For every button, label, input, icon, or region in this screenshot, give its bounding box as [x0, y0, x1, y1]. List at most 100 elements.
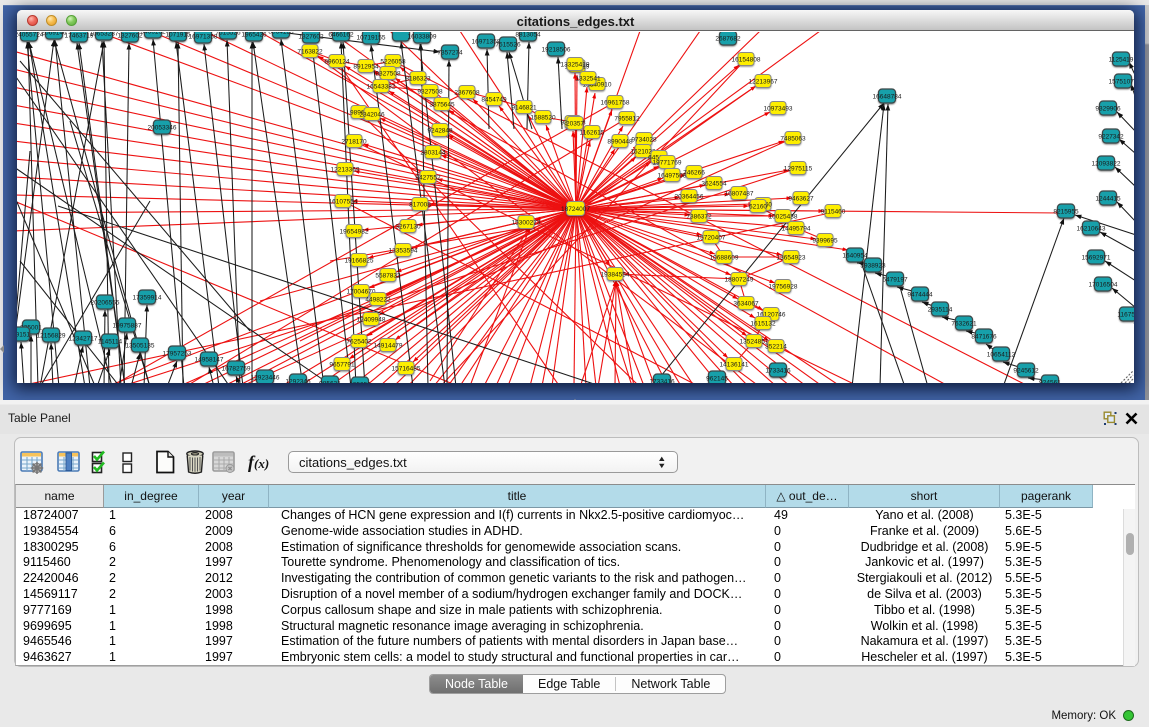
- svg-text:19975887: 19975887: [113, 323, 142, 330]
- svg-text:3624554: 3624554: [701, 181, 727, 188]
- svg-text:18807249: 18807249: [725, 277, 754, 284]
- svg-text:7485063: 7485063: [780, 136, 806, 143]
- svg-text:15300273: 15300273: [512, 220, 541, 227]
- svg-text:8064125: 8064125: [268, 32, 294, 36]
- svg-text:2342046: 2342046: [359, 112, 385, 119]
- svg-text:7357274: 7357274: [437, 50, 463, 57]
- svg-text:16154808: 16154808: [732, 57, 761, 64]
- svg-text:8471676: 8471676: [971, 334, 997, 341]
- svg-text:6479197: 6479197: [882, 277, 908, 284]
- svg-text:3267130: 3267130: [395, 224, 421, 231]
- svg-text:9734028: 9734028: [631, 137, 657, 144]
- svg-text:16107554: 16107554: [329, 199, 358, 206]
- svg-text:19654982: 19654982: [340, 229, 369, 236]
- svg-text:39151: 39151: [17, 332, 30, 339]
- svg-text:1327602: 1327602: [298, 34, 324, 41]
- svg-text:116753: 116753: [1117, 312, 1134, 319]
- svg-text:135051: 135051: [349, 382, 371, 383]
- svg-text:16543382: 16543382: [367, 84, 396, 91]
- svg-text:4498222: 4498222: [365, 297, 391, 304]
- svg-text:20364456: 20364456: [675, 194, 704, 201]
- svg-text:817008: 817008: [409, 202, 431, 209]
- svg-text:352214: 352214: [765, 344, 787, 351]
- svg-text:16782759: 16782759: [222, 366, 251, 373]
- svg-text:20206555: 20206555: [91, 300, 120, 307]
- svg-text:19166825: 19166825: [345, 258, 374, 265]
- svg-text:13505135: 13505135: [126, 343, 155, 350]
- svg-text:9474444: 9474444: [907, 292, 933, 299]
- svg-text:15692971: 15692971: [1082, 255, 1111, 262]
- svg-text:1292346: 1292346: [285, 379, 311, 383]
- svg-text:12342717: 12342717: [69, 336, 98, 343]
- svg-text:19218506: 19218506: [542, 47, 571, 54]
- svg-text:1733416: 1733416: [765, 368, 791, 375]
- svg-text:62160: 62160: [749, 204, 767, 211]
- svg-text:5226058: 5226058: [380, 59, 406, 66]
- svg-text:12213967: 12213967: [749, 79, 778, 86]
- svg-text:9146821: 9146821: [511, 105, 537, 112]
- svg-text:2803144: 2803144: [420, 150, 446, 157]
- svg-text:15716485: 15716485: [392, 366, 421, 373]
- svg-text:1244415: 1244415: [1095, 196, 1121, 203]
- svg-text:962145: 962145: [706, 376, 728, 383]
- svg-text:12409948: 12409948: [357, 317, 386, 324]
- svg-text:9657791: 9657791: [329, 362, 355, 369]
- svg-text:6466162: 6466162: [140, 32, 166, 36]
- svg-text:15720407: 15720407: [697, 235, 726, 242]
- svg-text:2935114: 2935114: [928, 307, 953, 314]
- svg-text:1071915: 1071915: [165, 32, 191, 39]
- svg-text:8912954: 8912954: [353, 64, 379, 71]
- svg-text:16497508: 16497508: [658, 173, 687, 180]
- svg-text:9327508: 9327508: [375, 71, 401, 78]
- svg-text:13654923: 13654923: [777, 255, 806, 262]
- svg-text:16210643: 16210643: [1077, 226, 1106, 233]
- svg-text:10025438: 10025438: [769, 214, 798, 221]
- svg-text:5938923: 5938923: [860, 263, 886, 270]
- svg-text:14136141: 14136141: [720, 362, 749, 369]
- svg-text:6466162: 6466162: [328, 32, 354, 39]
- svg-text:1145114: 1145114: [98, 339, 123, 346]
- svg-text:10688609: 10688609: [710, 255, 739, 262]
- svg-text:12975115: 12975115: [784, 166, 813, 173]
- svg-text:8990448: 8990448: [607, 139, 633, 146]
- svg-text:20053346: 20053346: [148, 125, 177, 132]
- svg-text:19384554: 19384554: [601, 272, 630, 279]
- svg-text:15751074: 15751074: [1109, 79, 1134, 86]
- svg-text:16033809: 16033809: [408, 34, 437, 41]
- svg-text:1965426: 1965426: [241, 32, 267, 39]
- svg-text:2718170: 2718170: [341, 139, 367, 146]
- svg-text:17016504: 17016504: [1089, 282, 1118, 289]
- svg-text:12156829: 12156829: [37, 333, 66, 340]
- svg-text:5587832: 5587832: [375, 273, 401, 280]
- svg-text:985631: 985631: [319, 381, 341, 383]
- svg-text:9245612: 9245612: [1013, 368, 1039, 375]
- svg-text:7632621: 7632621: [951, 321, 977, 328]
- svg-text:8215955: 8215955: [1053, 209, 1079, 216]
- svg-text:1615132: 1615132: [750, 321, 776, 328]
- svg-text:2367608: 2367608: [454, 90, 480, 97]
- svg-text:18724007: 18724007: [561, 206, 590, 213]
- svg-text:8813054: 8813054: [515, 32, 541, 39]
- svg-text:1640954: 1640954: [842, 253, 868, 260]
- svg-text:12093822: 12093822: [1092, 161, 1121, 168]
- svg-text:12923446: 12923446: [251, 375, 280, 382]
- svg-text:10653287: 10653287: [90, 32, 119, 38]
- svg-text:7163822: 7163822: [297, 49, 323, 56]
- svg-text:924561: 924561: [1039, 380, 1061, 383]
- svg-text:14914479: 14914479: [374, 343, 403, 350]
- svg-text:9115460: 9115460: [821, 209, 846, 216]
- svg-text:12213369: 12213369: [331, 167, 360, 174]
- svg-text:8427552: 8427552: [415, 175, 441, 182]
- svg-text:1162615: 1162615: [580, 130, 605, 137]
- svg-text:9227342: 9227342: [1098, 134, 1124, 141]
- svg-text:8960124: 8960124: [324, 59, 350, 66]
- svg-text:7515526: 7515526: [215, 32, 241, 37]
- svg-text:10973493: 10973493: [764, 106, 793, 113]
- svg-text:13325419: 13325419: [561, 62, 590, 69]
- svg-text:7386372: 7386372: [686, 214, 712, 221]
- svg-text:20357: 20357: [566, 121, 584, 128]
- svg-text:16961758: 16961758: [601, 100, 630, 107]
- svg-text:9327508: 9327508: [417, 89, 443, 96]
- svg-text:2687682: 2687682: [715, 36, 741, 43]
- svg-text:10719155: 10719155: [357, 35, 386, 42]
